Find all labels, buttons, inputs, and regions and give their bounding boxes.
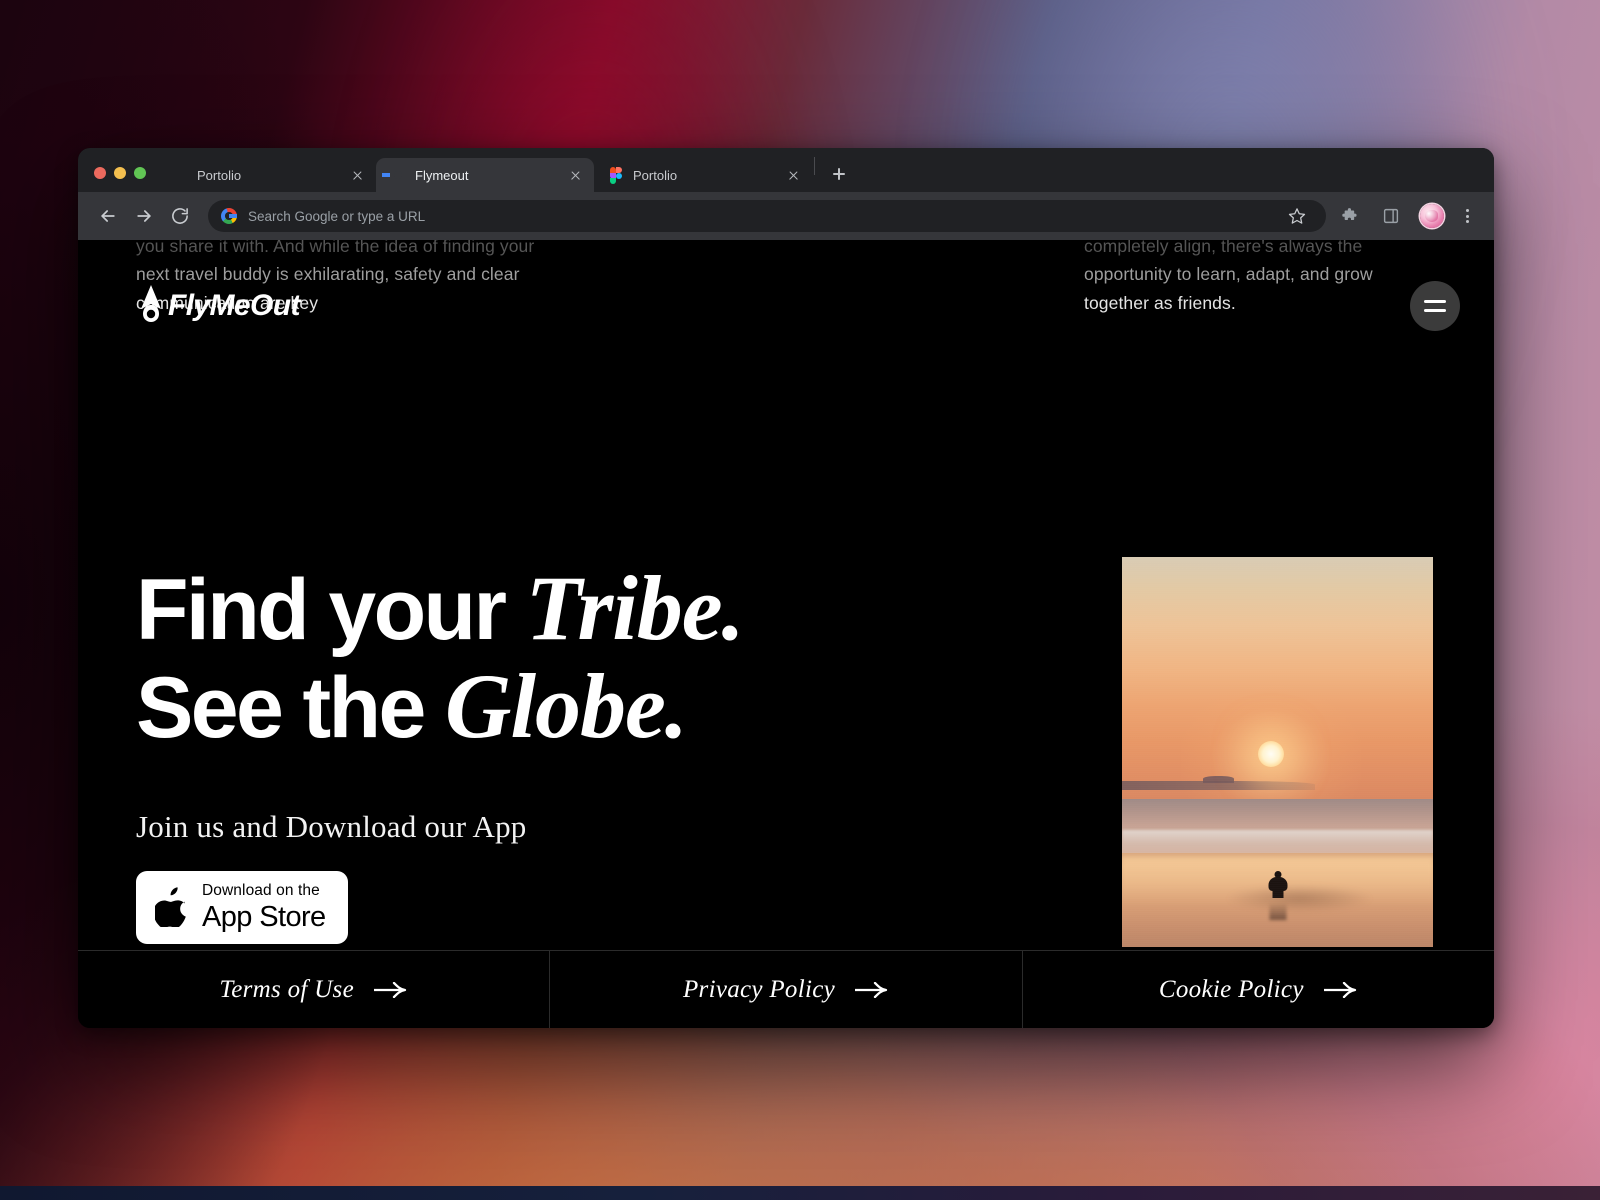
reload-icon[interactable] — [164, 200, 196, 232]
app-store-download-button[interactable]: Download on the App Store — [136, 871, 348, 944]
tab-title: Portolio — [633, 167, 678, 183]
photo-grain — [1122, 557, 1433, 947]
star-icon[interactable] — [1282, 201, 1312, 231]
browser-window: Portolio Flymeout Portolio Search Google… — [78, 148, 1494, 1028]
app-store-small-label: Download on the — [202, 882, 320, 900]
app-store-big-label: App Store — [202, 900, 326, 933]
browser-tab-portolio-2[interactable]: Portolio — [594, 158, 812, 192]
hero-section: Find your Tribe. See the Globe. Join us … — [78, 350, 1494, 950]
headline-line-1-serif: Tribe. — [525, 557, 745, 659]
window-traffic-lights — [90, 167, 158, 192]
headline-line-2-serif: Globe. — [445, 654, 688, 757]
dribbble-pink-circle-icon — [172, 167, 188, 183]
address-bar-placeholder: Search Google or type a URL — [248, 208, 426, 224]
apple-logo-icon — [153, 887, 189, 929]
address-bar[interactable]: Search Google or type a URL — [208, 200, 1326, 232]
hero-copy: Find your Tribe. See the Globe. Join us … — [136, 557, 896, 944]
brand-name: FlyMeOut — [168, 289, 300, 322]
beach-sunset-photo — [1122, 557, 1433, 947]
google-icon — [221, 208, 237, 224]
tab-title: Portolio — [197, 167, 242, 183]
browser-toolbar: Search Google or type a URL — [78, 192, 1494, 240]
site-header: FlyMeOut — [78, 240, 1494, 350]
forward-arrow-icon[interactable] — [128, 200, 160, 232]
paper-plane-icon — [136, 283, 166, 329]
footer-link-label: Terms of Use — [219, 975, 354, 1003]
browser-tab-strip: Portolio Flymeout Portolio — [78, 148, 1494, 192]
side-panel-icon[interactable] — [1376, 201, 1406, 231]
figma-icon — [608, 167, 624, 184]
headline-line-2-sans: See the — [136, 659, 426, 756]
footer-link-label: Cookie Policy — [1158, 975, 1304, 1003]
profile-avatar[interactable] — [1420, 204, 1444, 228]
brand-logo[interactable]: FlyMeOut — [136, 283, 300, 329]
extensions-puzzle-icon[interactable] — [1336, 201, 1366, 231]
footer-link-terms-of-use[interactable]: Terms of Use — [78, 951, 549, 1028]
close-tab-icon[interactable] — [567, 167, 584, 184]
google-icon — [390, 167, 406, 183]
close-tab-icon[interactable] — [785, 167, 802, 184]
arrow-right-icon — [853, 981, 889, 998]
page-viewport: you share it with. And while the idea of… — [78, 240, 1494, 1028]
browser-tab-portolio-1[interactable]: Portolio — [158, 158, 376, 192]
more-menu-icon[interactable] — [1454, 201, 1480, 231]
close-tab-icon[interactable] — [349, 167, 366, 184]
tab-separator — [814, 156, 815, 175]
back-arrow-icon[interactable] — [92, 200, 124, 232]
arrow-right-icon — [372, 981, 408, 998]
new-tab-button[interactable] — [825, 160, 853, 188]
close-window-button[interactable] — [94, 167, 106, 179]
footer-link-cookie-policy[interactable]: Cookie Policy — [1021, 951, 1494, 1028]
minimize-window-button[interactable] — [114, 167, 126, 179]
page-title: Find your Tribe. See the Globe. — [136, 557, 896, 757]
wallpaper-bottom-bar — [0, 1186, 1600, 1200]
footer-link-privacy-policy[interactable]: Privacy Policy — [549, 951, 1021, 1028]
hero-subtitle: Join us and Download our App — [136, 809, 527, 845]
footer-link-label: Privacy Policy — [682, 975, 836, 1003]
hamburger-menu-icon[interactable] — [1410, 281, 1460, 331]
arrow-right-icon — [1322, 981, 1358, 998]
browser-tab-flymeout[interactable]: Flymeout — [376, 158, 594, 192]
headline-line-1-sans: Find your — [136, 562, 507, 658]
site-footer: Terms of Use Privacy Policy Cookie Polic… — [78, 950, 1494, 1028]
maximize-window-button[interactable] — [134, 167, 146, 179]
tab-title: Flymeout — [415, 167, 469, 183]
